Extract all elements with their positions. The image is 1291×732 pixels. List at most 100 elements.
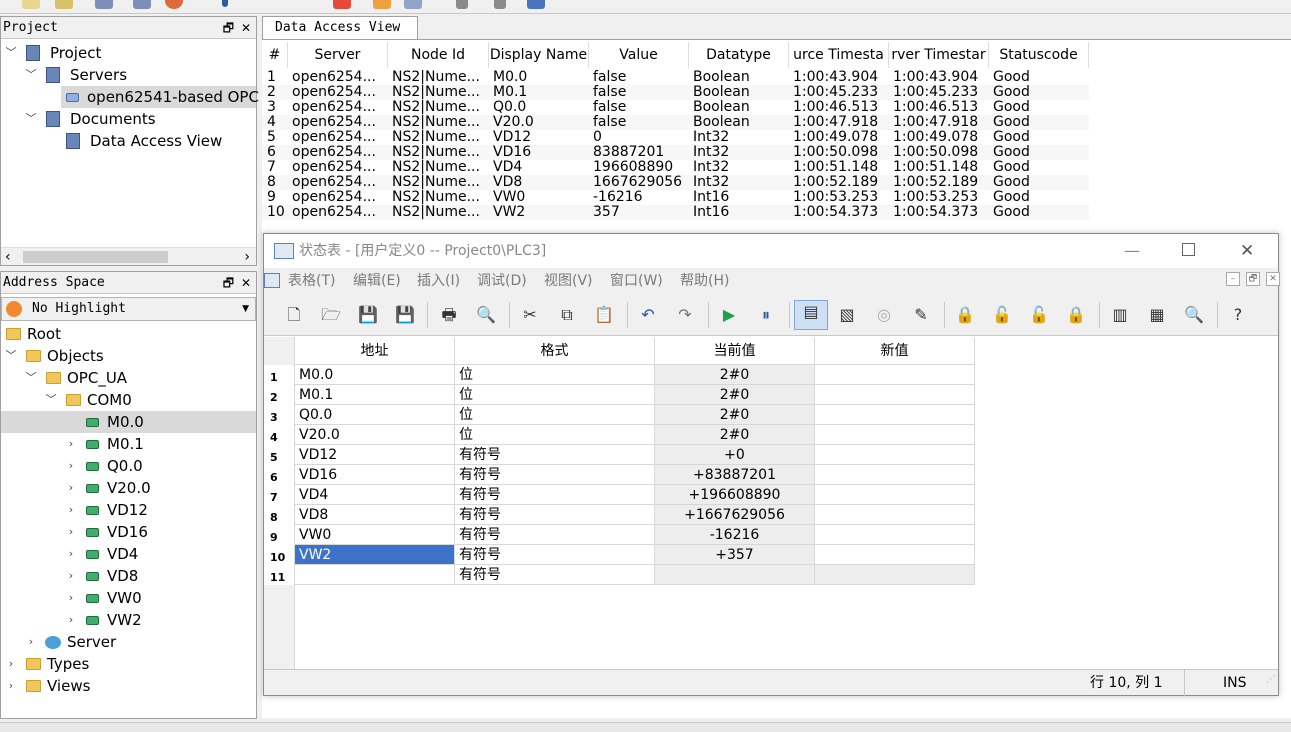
table-row[interactable]: 3 open6254... NS2|Nume... Q0.0 false Boolean 1… [262, 100, 1089, 115]
window-icon[interactable] [527, 0, 545, 9]
dav-column-header[interactable]: Node Id [388, 42, 489, 68]
row-number[interactable]: 5 [264, 445, 294, 465]
new-value-cell[interactable] [815, 485, 975, 505]
format-cell[interactable]: 有符号 [455, 525, 655, 545]
save-as-icon[interactable]: 💾 [394, 304, 416, 326]
table-row[interactable]: 1 open6254... NS2|Nume... M0.0 false Boolean 1… [262, 70, 1089, 85]
expand-chevron-icon[interactable]: › [64, 455, 78, 477]
run-icon[interactable]: ▶ [718, 304, 740, 326]
paste-icon[interactable] [494, 0, 506, 9]
tree-item-node[interactable]: › VW0 [1, 587, 256, 609]
row-number[interactable]: 7 [264, 485, 294, 505]
row-number[interactable]: 2 [264, 385, 294, 405]
highlight-dropdown[interactable]: No Highlight ▼ [1, 297, 256, 321]
tree-item-documents[interactable]: ﹀ Documents [1, 108, 256, 130]
mdi-close-icon[interactable]: ✕ [1266, 272, 1280, 286]
new-value-cell[interactable] [815, 545, 975, 565]
expand-chevron-icon[interactable]: ﹀ [24, 367, 38, 389]
grid-column-header[interactable]: 格式 [455, 337, 655, 365]
table-icon[interactable]: ▦ [1146, 304, 1168, 326]
address-cell[interactable]: VD4 [295, 485, 455, 505]
horizontal-scrollbar[interactable]: ‹ › [1, 247, 256, 265]
format-cell[interactable]: 有符号 [455, 565, 655, 585]
connect-icon[interactable] [222, 0, 228, 7]
dav-column-header[interactable]: # [262, 42, 288, 68]
unforce-icon[interactable]: 🔓 [991, 304, 1013, 326]
tree-item-views[interactable]: › Views [1, 675, 256, 697]
tree-item-node[interactable]: M0.0 [1, 411, 256, 433]
grid-column-header[interactable]: 地址 [295, 337, 455, 365]
mdi-minimize-icon[interactable]: – [1226, 272, 1240, 286]
row-number[interactable]: 4 [264, 425, 294, 445]
expand-chevron-icon[interactable]: › [4, 653, 18, 675]
document-menu-icon[interactable] [264, 273, 280, 288]
save-all-icon[interactable] [133, 0, 151, 9]
resize-grip-icon[interactable]: ⋰ [1266, 667, 1276, 693]
tree-item-types[interactable]: › Types [1, 653, 256, 675]
cut-icon[interactable]: ✂ [519, 304, 541, 326]
format-cell[interactable]: 有符号 [455, 505, 655, 525]
tree-item-root[interactable]: Root [1, 323, 256, 345]
expand-chevron-icon[interactable]: › [64, 499, 78, 521]
open-folder-icon[interactable]: 🗁 [320, 304, 342, 326]
new-value-cell[interactable] [815, 425, 975, 445]
help-icon[interactable]: ? [1227, 304, 1249, 326]
dav-column-header[interactable]: Server [288, 42, 388, 68]
close-icon[interactable]: ✕ [241, 272, 251, 294]
unforce-all-icon[interactable]: 🔓 [1028, 304, 1050, 326]
table-row[interactable]: 2 open6254... NS2|Nume... M0.1 false Boolean 1… [262, 85, 1089, 100]
dav-column-header[interactable]: Value [589, 42, 689, 68]
dav-column-header[interactable]: Datatype [689, 42, 789, 68]
save-icon[interactable]: 💾 [357, 304, 379, 326]
address-cell[interactable]: VD8 [295, 505, 455, 525]
copy-icon[interactable]: ⧉ [556, 304, 578, 326]
row-number[interactable]: 1 [264, 365, 294, 385]
maximize-icon[interactable] [1182, 243, 1195, 256]
tree-item-objects[interactable]: ﹀ Objects [1, 345, 256, 367]
open-icon[interactable] [55, 0, 73, 9]
table-row[interactable]: 5 open6254... NS2|Nume... VD12 0 Int32 1:00:49… [262, 130, 1089, 145]
menu-item[interactable]: 帮助(H) [680, 268, 729, 294]
address-cell[interactable]: Q0.0 [295, 405, 455, 425]
expand-chevron-icon[interactable]: › [24, 631, 38, 653]
stop-icon[interactable] [165, 0, 183, 9]
expand-chevron-icon[interactable]: › [64, 477, 78, 499]
tree-item-data-access-view[interactable]: Data Access View [1, 130, 256, 152]
format-cell[interactable]: 位 [455, 425, 655, 445]
menu-item[interactable]: 插入(I) [417, 268, 460, 294]
tree-item-opc-ua[interactable]: ﹀ OPC_UA [1, 367, 256, 389]
tree-item-node[interactable]: › VD12 [1, 499, 256, 521]
monitor-toggle-icon[interactable]: ▤ [794, 300, 828, 330]
expand-chevron-icon[interactable]: ﹀ [44, 389, 58, 411]
properties-icon[interactable] [404, 0, 422, 9]
expand-chevron-icon[interactable]: ﹀ [24, 64, 38, 86]
tree-item-server[interactable]: › Server [1, 631, 256, 653]
tree-item-node[interactable]: › M0.1 [1, 433, 256, 455]
print-preview-icon[interactable]: 🔍 [475, 304, 497, 326]
minimize-icon[interactable]: — [1124, 234, 1140, 268]
dav-column-header[interactable]: rver Timestar [889, 42, 989, 68]
tree-item-com0[interactable]: ﹀ COM0 [1, 389, 256, 411]
address-cell[interactable]: M0.0 [295, 365, 455, 385]
dav-column-header[interactable]: Statuscode [989, 42, 1089, 68]
table-row[interactable]: 6 open6254... NS2|Nume... VD16 83887201 Int32… [262, 145, 1089, 160]
address-cell[interactable]: VD12 [295, 445, 455, 465]
expand-chevron-icon[interactable]: ﹀ [4, 345, 18, 367]
tree-item-node[interactable]: › VD4 [1, 543, 256, 565]
new-value-cell[interactable] [815, 565, 975, 585]
row-number[interactable]: 6 [264, 465, 294, 485]
expand-chevron-icon[interactable]: › [64, 433, 78, 455]
expand-chevron-icon[interactable]: › [64, 521, 78, 543]
expand-chevron-icon[interactable]: › [64, 543, 78, 565]
new-value-cell[interactable] [815, 465, 975, 485]
grid-column-header[interactable]: 当前值 [655, 337, 815, 365]
tree-item-project[interactable]: ﹀ Project [1, 42, 256, 64]
new-value-cell[interactable] [815, 445, 975, 465]
dav-column-header[interactable]: Display Name [489, 42, 589, 68]
new-value-cell[interactable] [815, 405, 975, 425]
tab-data-access-view[interactable]: Data Access View [262, 16, 418, 40]
edit-icon[interactable] [373, 0, 391, 9]
grid-view-icon[interactable]: ▥ [1109, 304, 1131, 326]
tree-item-node[interactable]: › Q0.0 [1, 455, 256, 477]
address-cell[interactable]: VW2 [295, 545, 455, 565]
